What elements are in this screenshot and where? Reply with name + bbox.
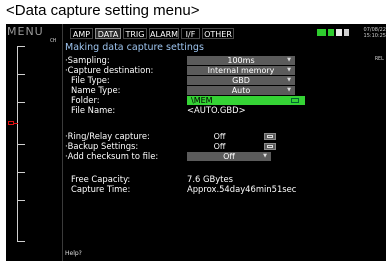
free-capacity-label: Free Capacity: (71, 174, 131, 184)
file-type-label: File Type: (71, 75, 110, 85)
clock-time: 15:10:25 (363, 33, 386, 39)
folder-label: Folder: (71, 95, 100, 105)
checksum-value: Off (223, 152, 235, 161)
destination-label: ·Capture destination: (65, 65, 154, 75)
waveform-sidebar: MENU CH (6, 24, 63, 261)
chevron-down-icon: ▼ (287, 77, 291, 83)
card-icon (336, 29, 342, 36)
clock: 07/08/22 15:10:25 (358, 27, 386, 39)
name-type-label: Name Type: (71, 85, 121, 95)
backup-label: ·Backup Settings: (65, 141, 139, 151)
ring-relay-label: ·Ring/Relay capture: (65, 131, 150, 141)
capture-time-row: Capture Time: Approx.54day46min51sec (65, 185, 325, 194)
scale-tick (17, 46, 25, 47)
relay-tag: REL (374, 56, 384, 62)
file-type-row: File Type: GBD ▼ (65, 76, 305, 85)
capture-time-value: Approx.54day46min51sec (187, 184, 297, 194)
page-caption: <Data capture setting menu> (6, 2, 200, 19)
sampling-value: 100ms (227, 56, 255, 65)
tab-if[interactable]: I/F (181, 28, 200, 39)
scale-tick (17, 172, 25, 173)
file-name-value: <AUTO.GBD> (187, 105, 246, 115)
scale-tick (17, 74, 25, 75)
lock-icon (344, 29, 349, 36)
sampling-dropdown[interactable]: 100ms ▼ (187, 56, 295, 65)
tab-amp[interactable]: AMP (70, 28, 93, 39)
panel-title: Making data capture settings (65, 42, 204, 53)
folder-field[interactable]: \MEM (187, 96, 305, 105)
free-capacity-row: Free Capacity: 7.6 GBytes (65, 175, 325, 184)
scale-tick (17, 200, 25, 201)
free-capacity-value: 7.6 GBytes (187, 174, 233, 184)
file-name-label: File Name: (71, 105, 116, 115)
ring-relay-value: Off (187, 132, 252, 141)
folder-row: Folder: \MEM (65, 96, 305, 105)
checksum-label: ·Add checksum to file: (65, 151, 159, 161)
device-screen: MENU CH AMP DATA TRIG ALARM I/F OTHER 07… (6, 24, 386, 261)
capture-time-label: Capture Time: (71, 184, 131, 194)
chevron-down-icon: ▼ (287, 87, 291, 93)
file-type-dropdown[interactable]: GBD ▼ (187, 76, 295, 85)
chevron-down-icon: ▼ (287, 67, 291, 73)
destination-value: Internal memory (207, 66, 275, 75)
ring-relay-settings-button[interactable] (264, 133, 276, 140)
marker-line (14, 123, 18, 124)
battery-icon (317, 29, 326, 36)
scale-tick (17, 241, 25, 242)
backup-row: ·Backup Settings: Off (65, 142, 305, 151)
checksum-row: ·Add checksum to file: Off ▼ (65, 152, 305, 161)
tab-trig[interactable]: TRIG (123, 28, 147, 39)
scale-tick (17, 144, 25, 145)
tab-other[interactable]: OTHER (202, 28, 234, 39)
scale-tick (17, 102, 25, 103)
memory-icon (328, 29, 334, 36)
chevron-down-icon: ▼ (287, 57, 291, 63)
file-type-value: GBD (232, 76, 250, 85)
destination-row: ·Capture destination: Internal memory ▼ (65, 66, 305, 75)
checksum-dropdown[interactable]: Off ▼ (187, 152, 271, 161)
backup-settings-button[interactable] (264, 143, 276, 150)
help-text: Help? (65, 250, 82, 257)
menu-button[interactable]: MENU (7, 25, 44, 38)
ring-relay-row: ·Ring/Relay capture: Off (65, 132, 305, 141)
tab-alarm[interactable]: ALARM (149, 28, 179, 39)
name-type-dropdown[interactable]: Auto ▼ (187, 86, 295, 95)
name-type-value: Auto (231, 86, 251, 95)
tab-bar: AMP DATA TRIG ALARM I/F OTHER 07/08/22 1… (65, 27, 386, 40)
name-type-row: Name Type: Auto ▼ (65, 86, 305, 95)
chevron-down-icon: ▼ (263, 153, 267, 159)
sampling-row: ·Sampling: 100ms ▼ (65, 56, 305, 65)
tab-data[interactable]: DATA (95, 28, 121, 39)
file-name-row: File Name: <AUTO.GBD> (65, 106, 305, 115)
backup-value: Off (187, 142, 252, 151)
sampling-label: ·Sampling: (65, 55, 110, 65)
destination-dropdown[interactable]: Internal memory ▼ (187, 66, 295, 75)
channel-label: CH (50, 38, 57, 44)
folder-value: \MEM (191, 96, 213, 105)
folder-icon[interactable] (291, 98, 299, 103)
